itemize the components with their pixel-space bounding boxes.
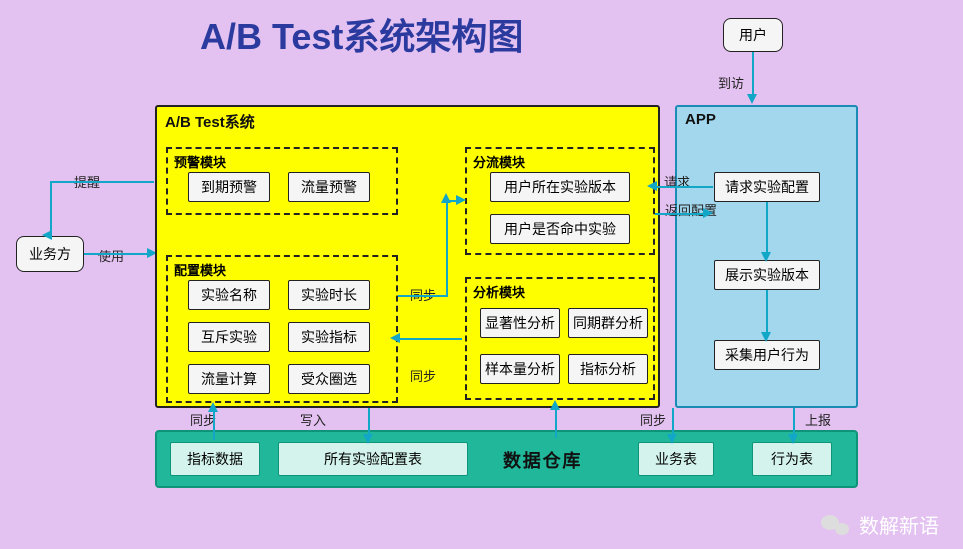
config-item-1: 实验时长 [288, 280, 370, 310]
edge-label-write: 写入 [300, 410, 326, 429]
wechat-icon [821, 513, 849, 537]
dw-item-3: 行为表 [752, 442, 832, 476]
edge-label-use: 使用 [98, 246, 124, 265]
app-item-2: 采集用户行为 [714, 340, 820, 370]
analysis-item-3: 指标分析 [568, 354, 648, 384]
alert-item-0: 到期预警 [188, 172, 270, 202]
edge-label-request: 请求 [664, 172, 690, 191]
diversion-module-label: 分流模块 [473, 152, 525, 171]
diversion-item-1: 用户是否命中实验 [490, 214, 630, 244]
config-item-0: 实验名称 [188, 280, 270, 310]
edge-label-visit: 到访 [718, 73, 744, 92]
diversion-item-0: 用户所在实验版本 [490, 172, 630, 202]
config-item-5: 受众圈选 [288, 364, 370, 394]
arrow-visit [747, 94, 757, 104]
app-item-0: 请求实验配置 [714, 172, 820, 202]
dw-item-1: 所有实验配置表 [278, 442, 468, 476]
edge-label-sync2: 同步 [410, 366, 436, 385]
analysis-module-label: 分析模块 [473, 282, 525, 301]
app-label: APP [685, 111, 716, 128]
analysis-item-2: 样本量分析 [480, 354, 560, 384]
node-business: 业务方 [16, 236, 84, 272]
config-item-4: 流量计算 [188, 364, 270, 394]
page-title: A/B Test系统架构图 [200, 8, 523, 60]
edge-label-report: 上报 [805, 410, 831, 429]
abtest-system-label: A/B Test系统 [165, 111, 255, 132]
edge-label-sync4: 同步 [640, 410, 666, 429]
dw-item-0: 指标数据 [170, 442, 260, 476]
dw-item-2: 业务表 [638, 442, 714, 476]
config-item-3: 实验指标 [288, 322, 370, 352]
app-item-1: 展示实验版本 [714, 260, 820, 290]
node-user: 用户 [723, 18, 783, 52]
alert-item-1: 流量预警 [288, 172, 370, 202]
watermark-text: 数解新语 [859, 510, 939, 539]
analysis-item-0: 显著性分析 [480, 308, 560, 338]
watermark: 数解新语 [821, 510, 939, 539]
config-item-2: 互斥实验 [188, 322, 270, 352]
alert-module-label: 预警模块 [174, 152, 226, 171]
analysis-item-1: 同期群分析 [568, 308, 648, 338]
config-module-label: 配置模块 [174, 260, 226, 279]
data-warehouse-label: 数据仓库 [503, 447, 582, 473]
